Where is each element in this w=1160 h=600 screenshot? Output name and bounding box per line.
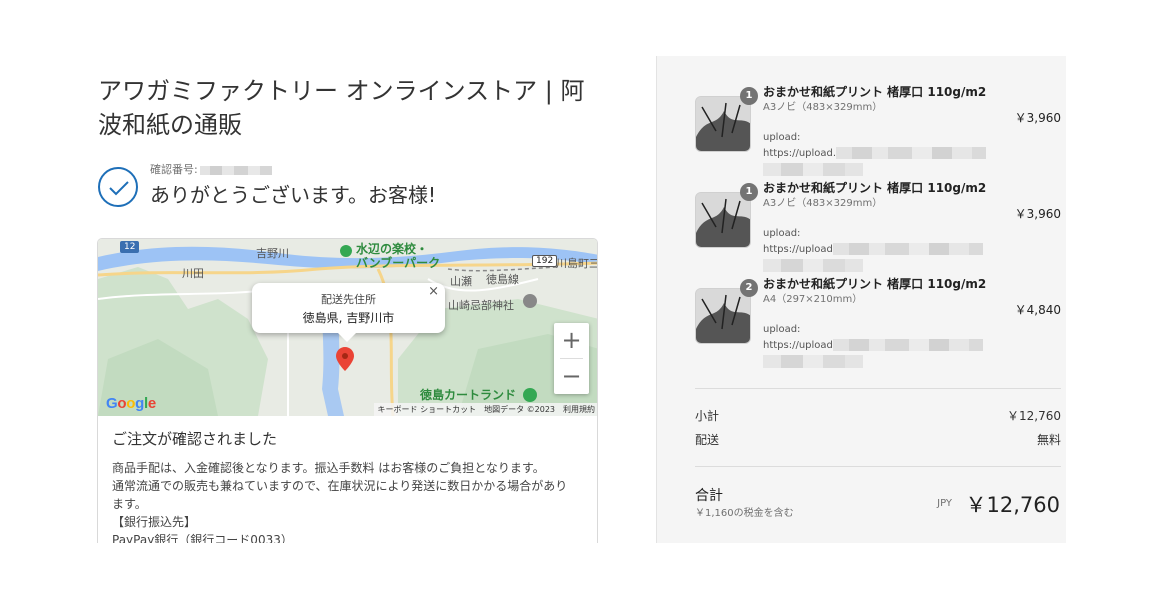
- item-name: おまかせ和紙プリント 楮厚口 110g/m2: [763, 181, 987, 195]
- item-price: ￥3,960: [1014, 111, 1061, 125]
- summary-divider: [695, 388, 1061, 389]
- total-label: 合計: [695, 488, 723, 504]
- redacted-url-2: [763, 355, 863, 368]
- check-circle-icon: [98, 167, 138, 207]
- subtotal-label: 小計: [695, 409, 720, 423]
- zoom-out-button[interactable]: −: [554, 359, 589, 394]
- redacted-url: [832, 243, 983, 255]
- product-thumbnail: [695, 96, 751, 152]
- map-label-kawata: 川田: [182, 267, 204, 280]
- thanks-message: ありがとうございます。お客様!: [150, 183, 437, 207]
- map-label-shrine: 山崎忌部神社: [448, 299, 514, 312]
- google-logo-letter: o: [126, 395, 136, 412]
- map-label-river: 吉野川: [256, 247, 289, 260]
- item-variant: A3ノビ（483×329mm）: [763, 102, 883, 113]
- item-upload-url-text: https://upload.: [763, 148, 837, 159]
- order-body-line: 通常流通での販売も兼ねていますので、在庫状況により発送に数日かかる場合があり: [112, 479, 568, 493]
- zoom-in-button[interactable]: +: [554, 323, 589, 358]
- order-body-line: 【銀行振込先】: [112, 515, 197, 529]
- map-label-yamase: 山瀬: [450, 275, 472, 288]
- redacted-url-2: [763, 163, 863, 176]
- redacted-url: [832, 339, 983, 351]
- cart-item: 1 おまかせ和紙プリント 楮厚口 110g/m2 A3ノビ（483×329mm）…: [695, 180, 1061, 272]
- shipping-label: 配送: [695, 433, 720, 447]
- shipping-value: 無料: [1036, 433, 1061, 447]
- item-price: ￥4,840: [1014, 303, 1061, 317]
- item-variant: A3ノビ（483×329mm）: [763, 198, 883, 209]
- redacted-url-2: [763, 259, 863, 272]
- tax-note: ￥1,160の税金を含む: [695, 508, 794, 519]
- item-upload-url-text: https://upload: [763, 244, 833, 255]
- quantity-badge: 1: [740, 87, 758, 105]
- map-label-kawashima: 川島町三: [556, 257, 598, 270]
- product-thumbnail: [695, 192, 751, 248]
- zoom-controls: + −: [554, 323, 589, 394]
- item-upload-url: https://upload: [763, 339, 983, 353]
- google-logo-letter: o: [117, 395, 127, 412]
- product-image: [696, 289, 750, 343]
- map-footer: キーボード ショートカット 地図データ ©2023 利用規約: [373, 403, 597, 416]
- google-logo-letter: g: [135, 395, 144, 412]
- quantity-badge: 1: [740, 183, 758, 201]
- product-thumbnail: [695, 288, 751, 344]
- item-upload-url: https://upload.: [763, 147, 987, 161]
- google-logo[interactable]: Google: [106, 395, 156, 412]
- order-confirmation-card: 12 192 吉野川 水辺の楽校・ バンブーパーク 川田 山瀬 徳島線 山崎忌部…: [97, 238, 598, 543]
- cart-item: 1 おまかせ和紙プリント 楮厚口 110g/m2 A3ノビ（483×329mm）…: [695, 84, 1061, 176]
- order-body-line: 商品手配は、入金確認後となります。振込手数料 はお客様のご負担となります。: [112, 461, 545, 475]
- item-price: ￥3,960: [1014, 207, 1061, 221]
- map-label-park: 水辺の楽校・: [356, 242, 429, 256]
- close-icon[interactable]: ×: [428, 284, 439, 299]
- google-logo-letter: e: [147, 395, 156, 412]
- popup-tail: [338, 333, 356, 342]
- product-image: [696, 97, 750, 151]
- map-label-park-2: バンブーパーク: [356, 256, 441, 270]
- shipping-map[interactable]: 12 192 吉野川 水辺の楽校・ バンブーパーク 川田 山瀬 徳島線 山崎忌部…: [98, 239, 598, 416]
- order-info: ご注文が確認されました 商品手配は、入金確認後となります。振込手数料 はお客様の…: [112, 429, 582, 543]
- location-pin-icon[interactable]: [336, 347, 354, 371]
- product-image: [696, 193, 750, 247]
- item-name: おまかせ和紙プリント 楮厚口 110g/m2: [763, 277, 987, 291]
- order-heading: ご注文が確認されました: [112, 430, 278, 448]
- shipping-row: 配送 無料: [695, 432, 1061, 448]
- quantity-badge: 2: [740, 279, 758, 297]
- subtotal-value: ￥12,760: [1007, 409, 1061, 423]
- confirmation-block: 確認番号: ありがとうございます。お客様!: [98, 163, 598, 209]
- confirmation-number-label: 確認番号:: [150, 163, 198, 176]
- item-upload-label: upload:: [763, 228, 801, 239]
- store-title: アワガミファクトリー オンラインストア | 阿波和紙の通販: [98, 77, 585, 139]
- map-label-tokushima-line: 徳島線: [486, 273, 519, 286]
- google-logo-letter: G: [106, 395, 118, 412]
- total-amount: ￥12,760: [965, 493, 1060, 517]
- item-name: おまかせ和紙プリント 楮厚口 110g/m2: [763, 85, 987, 99]
- route-12-badge: 12: [120, 241, 140, 253]
- subtotal-row: 小計 ￥12,760: [695, 408, 1061, 424]
- currency-code: JPY: [937, 498, 952, 509]
- confirmation-number-redacted: [199, 165, 272, 175]
- item-upload-label: upload:: [763, 132, 801, 143]
- item-upload-url-text: https://upload: [763, 340, 833, 351]
- terms-link[interactable]: 利用規約: [563, 405, 595, 414]
- order-body-line: PayPay銀行（銀行コード0033）: [112, 533, 293, 543]
- route-192-badge: 192: [532, 255, 558, 267]
- keyboard-shortcuts-link[interactable]: キーボード ショートカット: [378, 405, 477, 414]
- order-body: 商品手配は、入金確認後となります。振込手数料 はお客様のご負担となります。 通常…: [112, 459, 582, 543]
- popup-address: 徳島県, 吉野川市: [302, 311, 395, 325]
- item-upload-label: upload:: [763, 324, 801, 335]
- address-popup: 配送先住所 徳島県, 吉野川市 ×: [252, 283, 445, 342]
- order-body-line: ます。: [112, 497, 147, 511]
- map-data-link[interactable]: 地図データ ©2023: [484, 405, 555, 414]
- cart-item: 2 おまかせ和紙プリント 楮厚口 110g/m2 A4（297×210mm） u…: [695, 276, 1061, 368]
- confirmation-number: 確認番号:: [150, 163, 272, 177]
- redacted-url: [836, 147, 987, 159]
- item-variant: A4（297×210mm）: [763, 294, 863, 305]
- popup-title: 配送先住所: [321, 293, 376, 306]
- map-label-kart: 徳島カートランド: [420, 388, 517, 402]
- item-upload-url: https://upload: [763, 243, 983, 257]
- order-summary-panel: 1 おまかせ和紙プリント 楮厚口 110g/m2 A3ノビ（483×329mm）…: [656, 56, 1066, 543]
- summary-divider: [695, 466, 1061, 467]
